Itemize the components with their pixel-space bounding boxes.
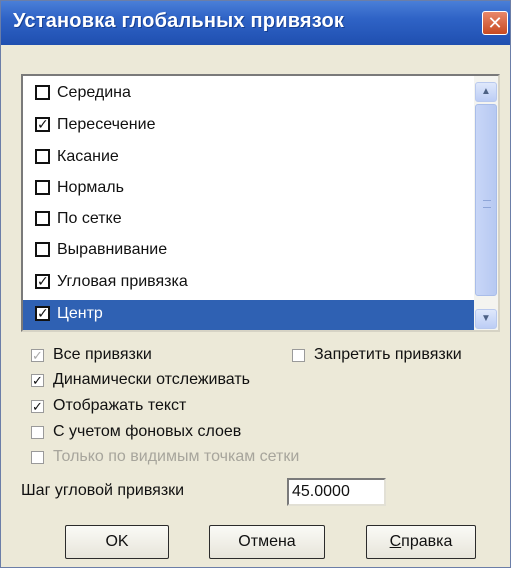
snap-list-item[interactable]: ✓ Пересечение: [23, 111, 475, 141]
dynamic-tracking-label[interactable]: Динамически отслеживать: [53, 371, 250, 389]
snap-item-label: Угловая привязка: [57, 273, 188, 290]
snap-list-item[interactable]: Нормаль: [23, 174, 475, 204]
snap-list-item[interactable]: ✓ Угловая привязка: [23, 268, 475, 298]
background-layers-label[interactable]: С учетом фоновых слоев: [53, 423, 241, 441]
snap-item-label: Пересечение: [57, 116, 156, 133]
snap-list-item[interactable]: ✓ Центр: [23, 300, 475, 330]
visible-grid-points-checkbox: [31, 451, 44, 464]
snap-item-checkbox[interactable]: [35, 180, 50, 195]
snap-item-label: По сетке: [57, 210, 122, 227]
all-snaps-checkbox: ✓: [31, 348, 44, 363]
visible-grid-points-label: Только по видимым точкам сетки: [53, 448, 300, 465]
snap-list-item[interactable]: Выравнивание: [23, 236, 475, 266]
ok-button[interactable]: OK: [65, 525, 169, 559]
snap-item-checkbox[interactable]: ✓: [35, 117, 50, 132]
show-text-checkbox[interactable]: ✓: [31, 400, 44, 413]
snap-item-checkbox[interactable]: [35, 242, 50, 257]
background-layers-checkbox[interactable]: [31, 426, 44, 439]
snap-item-checkbox[interactable]: [35, 149, 50, 164]
snap-list-item[interactable]: Касание: [23, 143, 475, 173]
snap-item-checkbox[interactable]: [35, 211, 50, 226]
all-snaps-label: Все привязки: [53, 346, 152, 363]
snap-item-label: Центр: [57, 305, 103, 322]
scroll-thumb[interactable]: [475, 104, 497, 296]
show-text-label[interactable]: Отображать текст: [53, 397, 186, 415]
list-scrollbar[interactable]: ▲ ▼: [474, 76, 498, 330]
snap-item-checkbox[interactable]: ✓: [35, 306, 50, 321]
forbid-snaps-label[interactable]: Запретить привязки: [314, 346, 462, 364]
cancel-button[interactable]: Отмена: [209, 525, 325, 559]
help-mnemonic: С: [389, 533, 402, 550]
snap-item-label: Нормаль: [57, 179, 124, 196]
snap-item-checkbox[interactable]: ✓: [35, 274, 50, 289]
snap-item-label: Касание: [57, 148, 119, 165]
snap-item-label: Выравнивание: [57, 241, 168, 258]
forbid-snaps-checkbox[interactable]: [292, 349, 305, 362]
angle-step-label: Шаг угловой привязки: [21, 482, 185, 499]
dynamic-tracking-checkbox[interactable]: ✓: [31, 374, 44, 387]
snap-item-label: Середина: [57, 84, 131, 101]
snap-list-item[interactable]: Середина: [23, 79, 475, 109]
title-bar: Установка глобальных привязок ✕: [1, 1, 510, 45]
snap-settings-dialog: Установка глобальных привязок ✕ Середина…: [0, 0, 511, 568]
snap-list-item[interactable]: По сетке: [23, 205, 475, 235]
snap-item-checkbox[interactable]: [35, 85, 50, 100]
snap-type-list[interactable]: Середина ✓ Пересечение Касание Нормаль По сет…: [21, 74, 500, 332]
scroll-down-icon[interactable]: ▼: [475, 309, 497, 329]
close-icon[interactable]: ✕: [482, 11, 508, 35]
scroll-up-icon[interactable]: ▲: [475, 82, 497, 102]
dialog-title: Установка глобальных привязок: [13, 10, 345, 32]
help-label-rest: правка: [401, 533, 453, 550]
help-button[interactable]: Справка: [366, 525, 476, 559]
angle-step-input[interactable]: [287, 478, 386, 506]
